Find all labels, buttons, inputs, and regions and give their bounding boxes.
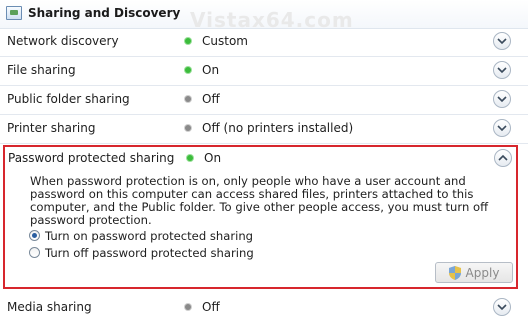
setting-status: On: [202, 63, 220, 77]
expand-button[interactable]: [493, 90, 511, 108]
chevron-down-icon: [497, 125, 507, 132]
setting-status: Off: [202, 300, 220, 314]
option-label: Turn off password protected sharing: [45, 246, 254, 260]
option-label: Turn on password protected sharing: [45, 229, 254, 243]
status-off-icon: [185, 125, 191, 131]
description-text: When password protection is on, only peo…: [30, 174, 489, 227]
chevron-down-icon: [497, 38, 507, 45]
setting-row-password-protected-sharing[interactable]: Password protected sharing On: [5, 147, 516, 169]
setting-status: Off (no printers installed): [202, 121, 354, 135]
setting-status: On: [204, 151, 222, 165]
apply-button[interactable]: Apply: [435, 262, 513, 283]
radio-selected[interactable]: [29, 230, 40, 241]
chevron-down-icon: [497, 96, 507, 103]
setting-label: Password protected sharing: [8, 151, 175, 165]
status-on-icon: [187, 155, 193, 161]
section-header: Sharing and Discovery Vistax64.com: [0, 0, 528, 32]
status-off-icon: [185, 304, 191, 310]
password-protected-sharing-panel: Password protected sharing On When passw…: [3, 145, 518, 289]
status-on-icon: [185, 67, 191, 73]
setting-label: Printer sharing: [7, 121, 96, 135]
setting-row-file-sharing[interactable]: File sharing On: [0, 57, 528, 86]
setting-row-public-folder-sharing[interactable]: Public folder sharing Off: [0, 86, 528, 115]
radio-unselected[interactable]: [29, 247, 40, 258]
uac-shield-icon: [448, 265, 461, 280]
setting-status: Off: [202, 92, 220, 106]
setting-label: Media sharing: [7, 300, 92, 314]
expand-button[interactable]: [493, 298, 511, 316]
setting-label: File sharing: [7, 63, 76, 77]
setting-row-media-sharing[interactable]: Media sharing Off: [0, 294, 528, 323]
setting-row-network-discovery[interactable]: Network discovery Custom: [0, 28, 528, 57]
setting-status: Custom: [202, 34, 248, 48]
status-off-icon: [185, 96, 191, 102]
chevron-up-icon: [498, 154, 508, 161]
expand-button[interactable]: [493, 119, 511, 137]
setting-label: Public folder sharing: [7, 92, 130, 106]
expand-button[interactable]: [493, 61, 511, 79]
apply-label: Apply: [465, 265, 500, 280]
setting-label: Network discovery: [7, 34, 119, 48]
collapse-button[interactable]: [494, 149, 512, 167]
expand-button[interactable]: [493, 32, 511, 50]
chevron-down-icon: [497, 67, 507, 74]
section-title: Sharing and Discovery: [28, 6, 181, 20]
status-on-icon: [185, 38, 191, 44]
chevron-down-icon: [497, 304, 507, 311]
network-sharing-icon: [6, 6, 22, 20]
setting-row-printer-sharing[interactable]: Printer sharing Off (no printers install…: [0, 115, 528, 144]
